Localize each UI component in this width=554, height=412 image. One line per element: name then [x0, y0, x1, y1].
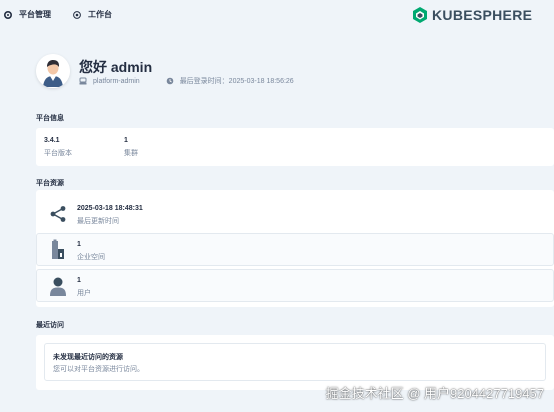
last-update-label: 最后更新时间 [77, 218, 119, 225]
platform-info-card: 3.4.1 平台版本 1 集群 [36, 128, 554, 166]
resource-row-users[interactable]: 1 用户 [36, 269, 554, 302]
user-role: platform-admin [93, 77, 140, 85]
workbench-icon [72, 10, 82, 20]
platform-management-label: 平台管理 [19, 10, 51, 19]
cluster-label: 集群 [124, 150, 138, 157]
platform-resources-title: 平台资源 [36, 180, 64, 187]
recent-visits-empty-state: 未发现最近访问的资源 您可以对平台资源进行访问。 [44, 343, 546, 381]
recent-visits-card: 未发现最近访问的资源 您可以对平台资源进行访问。 [36, 335, 554, 390]
greeting-title: 您好 admin [79, 59, 153, 75]
platform-version-label: 平台版本 [44, 150, 72, 157]
platform-version-value: 3.4.1 [44, 137, 60, 144]
kubesphere-logo[interactable]: KUBESPHERE [412, 6, 532, 24]
empty-state-title: 未发现最近访问的资源 [53, 354, 123, 361]
workbench-nav[interactable]: 工作台 [72, 9, 112, 20]
last-login-time: 最后登录时间：2025-03-18 18:56:26 [179, 78, 294, 85]
user-meta: platform-admin 最后登录时间：2025-03-18 18:56:2… [79, 76, 294, 86]
welcome-header: 您好 admin platform-admin 最后登录时间：2025-03-1… [36, 52, 554, 94]
avatar[interactable] [36, 54, 70, 88]
workspace-count-value: 1 [77, 241, 81, 248]
role-icon [79, 77, 87, 85]
user-label: 用户 [77, 290, 91, 297]
platform-version-stat: 3.4.1 平台版本 [44, 137, 72, 158]
share-nodes-icon [47, 203, 69, 225]
workbench-label: 工作台 [88, 10, 112, 19]
cluster-stat[interactable]: 1 集群 [124, 137, 138, 158]
recent-visits-title: 最近访问 [36, 322, 64, 329]
top-bar: 平台管理 工作台 KUBESPHERE [0, 0, 554, 32]
resource-row-last-update: 2025-03-18 18:48:31 最后更新时间 [36, 197, 554, 230]
cluster-count-value: 1 [124, 137, 128, 144]
platform-management-nav[interactable]: 平台管理 [3, 9, 51, 20]
enterprise-space-icon [47, 239, 69, 261]
gear-icon [3, 10, 13, 20]
platform-info-title: 平台信息 [36, 115, 64, 122]
clock-icon [166, 77, 174, 85]
kubesphere-logo-icon [413, 7, 427, 23]
empty-state-description: 您可以对平台资源进行访问。 [53, 366, 144, 373]
user-count-value: 1 [77, 277, 81, 284]
logo-text: KUBESPHERE [432, 7, 533, 23]
workspace-label: 企业空间 [77, 254, 105, 261]
resource-row-workspaces[interactable]: 1 企业空间 [36, 233, 554, 266]
user-icon [47, 275, 69, 297]
watermark: 掘金技术社区 @ 用户9204427719457 [325, 386, 544, 401]
last-update-value: 2025-03-18 18:48:31 [77, 205, 143, 212]
